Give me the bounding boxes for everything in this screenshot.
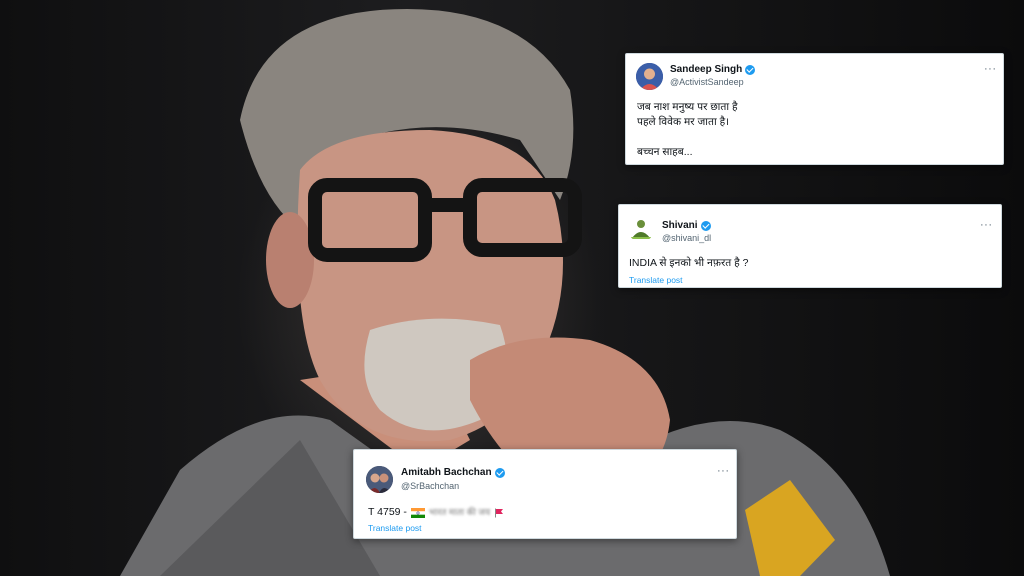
more-options-icon[interactable]: ···	[984, 64, 997, 75]
avatar[interactable]	[628, 216, 654, 242]
tweet-card-sandeep[interactable]: Sandeep Singh @ActivistSandeep ··· जब ना…	[625, 53, 1004, 165]
display-name-text[interactable]: Amitabh Bachchan	[401, 467, 492, 478]
user-avatar-icon	[631, 220, 651, 239]
tweet-text: INDIA से इनको भी नफ़रत है ?	[629, 257, 749, 269]
verified-badge-icon	[745, 64, 756, 75]
translate-post-link[interactable]: Translate post	[629, 275, 683, 285]
verified-badge-icon	[700, 220, 711, 231]
more-options-icon[interactable]: ···	[717, 466, 730, 477]
display-name[interactable]: Sandeep Singh	[670, 64, 756, 75]
display-name[interactable]: Amitabh Bachchan	[401, 467, 505, 478]
tweet-card-shivani[interactable]: Shivani @shivani_dl ··· INDIA से इनको भी…	[618, 204, 1002, 288]
tweet-card-amitabh[interactable]: Amitabh Bachchan @SrBachchan ··· T 4759 …	[353, 449, 737, 539]
verified-badge-icon	[494, 467, 505, 478]
user-avatar-icon	[636, 63, 663, 90]
user-handle[interactable]: @ActivistSandeep	[670, 77, 744, 87]
tweet-text-prefix: T 4759 -	[368, 506, 407, 518]
tweet-line	[637, 130, 738, 145]
avatar[interactable]	[366, 466, 393, 493]
tweet-line: बच्चन साहब...	[637, 146, 693, 158]
translate-post-link[interactable]: Translate post	[368, 523, 422, 533]
more-options-icon[interactable]: ···	[980, 220, 993, 231]
user-handle[interactable]: @SrBachchan	[401, 481, 459, 491]
user-avatar-icon	[366, 466, 393, 493]
tweet-text: जब नाश मनुष्य पर छाता है पहले विवेक मर ज…	[637, 100, 738, 160]
display-name-text[interactable]: Sandeep Singh	[670, 64, 742, 75]
india-flag-icon	[410, 507, 425, 518]
tweet-line: पहले विवेक मर जाता है।	[637, 116, 730, 128]
display-name[interactable]: Shivani	[662, 220, 711, 231]
tweet-text: T 4759 - भारत माता की जय	[368, 505, 504, 520]
avatar[interactable]	[636, 63, 663, 90]
tweet-text-blurred: भारत माता की जय	[428, 507, 491, 517]
red-flag-icon	[495, 508, 504, 517]
display-name-text[interactable]: Shivani	[662, 220, 698, 231]
tweet-line: जब नाश मनुष्य पर छाता है	[637, 101, 738, 113]
user-handle[interactable]: @shivani_dl	[662, 233, 711, 243]
